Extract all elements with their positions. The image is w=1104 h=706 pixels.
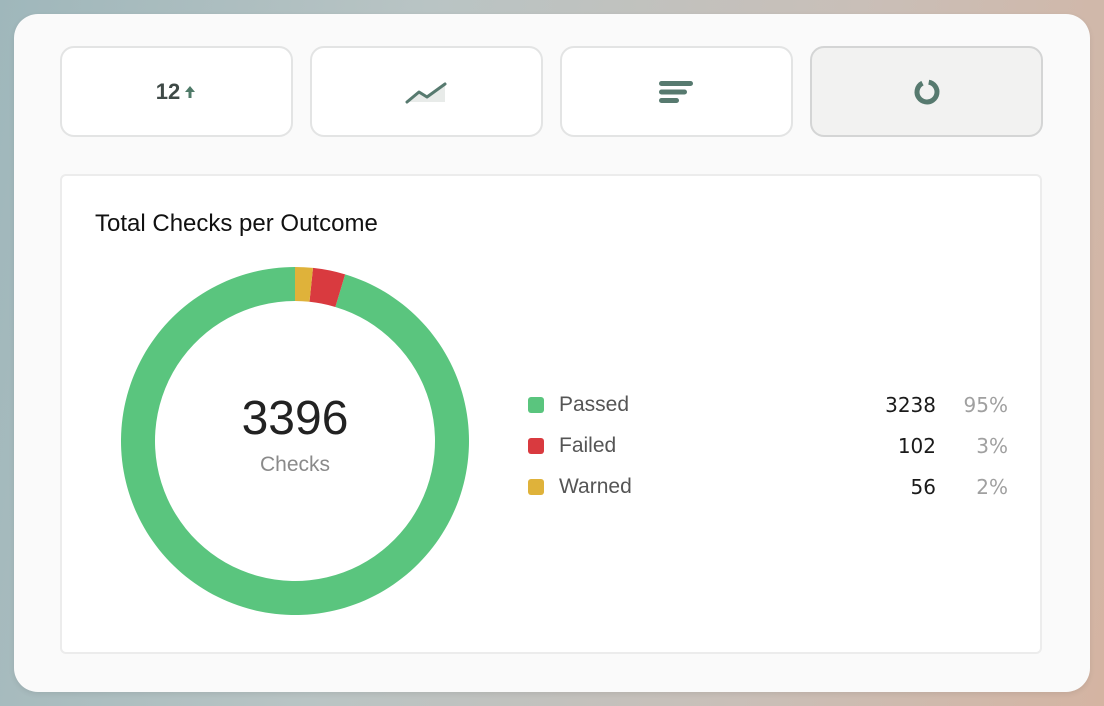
total-checks-label: Checks <box>259 453 331 476</box>
legend-percent: 2% <box>976 474 1008 499</box>
legend-swatch <box>528 396 544 413</box>
arrow-up-icon <box>185 85 196 98</box>
legend-label: Failed <box>559 433 617 457</box>
dashboard-card: 12 Total Checks per Outcome 3396 Checks … <box>14 14 1090 692</box>
kpi-value: 12 <box>156 79 197 105</box>
tab-kpi[interactable]: 12 <box>60 46 293 137</box>
legend-percent: 3% <box>976 433 1008 458</box>
donut-chart: 3396 Checks <box>120 266 470 616</box>
chart-panel: Total Checks per Outcome 3396 Checks Pas… <box>60 174 1042 654</box>
donut-chart-icon <box>914 79 939 104</box>
legend-count: 102 <box>897 433 936 458</box>
line-chart-icon <box>405 82 446 103</box>
chart-title: Total Checks per Outcome <box>95 210 378 237</box>
legend-count: 3238 <box>885 392 936 417</box>
tab-bar-list[interactable] <box>560 46 793 137</box>
tab-donut-chart[interactable] <box>810 46 1043 137</box>
bar-list-icon <box>658 80 693 103</box>
legend-item-passed: Passed 3238 95% <box>528 384 1008 425</box>
legend-item-warned: Warned 56 2% <box>528 466 1008 507</box>
legend-item-failed: Failed 102 3% <box>528 425 1008 466</box>
total-checks-value: 3396 <box>241 392 349 445</box>
donut-center: 3396 Checks <box>120 266 470 616</box>
chart-type-tabs: 12 <box>60 46 1043 137</box>
legend-label: Warned <box>559 474 632 498</box>
legend-percent: 95% <box>963 392 1008 417</box>
legend-swatch <box>528 478 544 495</box>
chart-legend: Passed 3238 95% Failed 102 3% Warned 56 … <box>528 384 1008 507</box>
legend-swatch <box>528 437 544 454</box>
legend-label: Passed <box>559 392 630 416</box>
legend-count: 56 <box>910 474 936 499</box>
tab-line-chart[interactable] <box>310 46 543 137</box>
